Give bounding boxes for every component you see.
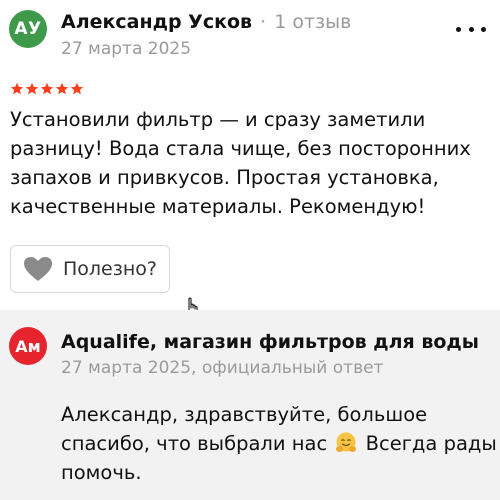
star-icon (40, 82, 54, 95)
author-avatar-initials: АУ (14, 19, 42, 39)
helpful-button[interactable]: Полезно? (10, 245, 170, 293)
review-text: Установили фильтр — и сразу заметили раз… (10, 108, 471, 218)
business-name[interactable]: Aqualife, магазин фильтров для воды (61, 329, 479, 355)
review-date: 27 марта 2025 (61, 39, 192, 59)
author-line: Александр Усков · 1 отзыв (61, 10, 351, 34)
star-icon (70, 82, 84, 95)
business-avatar[interactable]: Ам (9, 327, 47, 365)
reply-text: Александр, здравствуйте, большое спасибо… (61, 400, 497, 487)
heart-icon (24, 257, 52, 281)
hugging-face-emoji-icon (336, 432, 357, 452)
more-dots-icon (456, 26, 461, 32)
more-dots-icon (468, 26, 474, 32)
star-icon (25, 82, 39, 95)
review-card: АУ Александр Усков · 1 отзыв 27 марта 20… (0, 0, 500, 500)
more-dots-icon (481, 26, 486, 32)
author-review-count: 1 отзыв (274, 11, 352, 33)
author-name[interactable]: Александр Усков (61, 11, 252, 33)
author-avatar[interactable]: АУ (9, 10, 47, 48)
separator-dot: · (260, 11, 267, 33)
star-icon (10, 82, 24, 95)
reply-meta: 27 марта 2025, официальный ответ (61, 358, 384, 378)
business-avatar-initials: Ам (15, 336, 41, 356)
star-rating (10, 82, 84, 96)
more-options-button[interactable] (456, 22, 486, 36)
official-reply: Ам Aqualife, магазин фильтров для воды 2… (0, 310, 500, 500)
helpful-label: Полезно? (63, 258, 157, 280)
star-icon (55, 82, 69, 95)
